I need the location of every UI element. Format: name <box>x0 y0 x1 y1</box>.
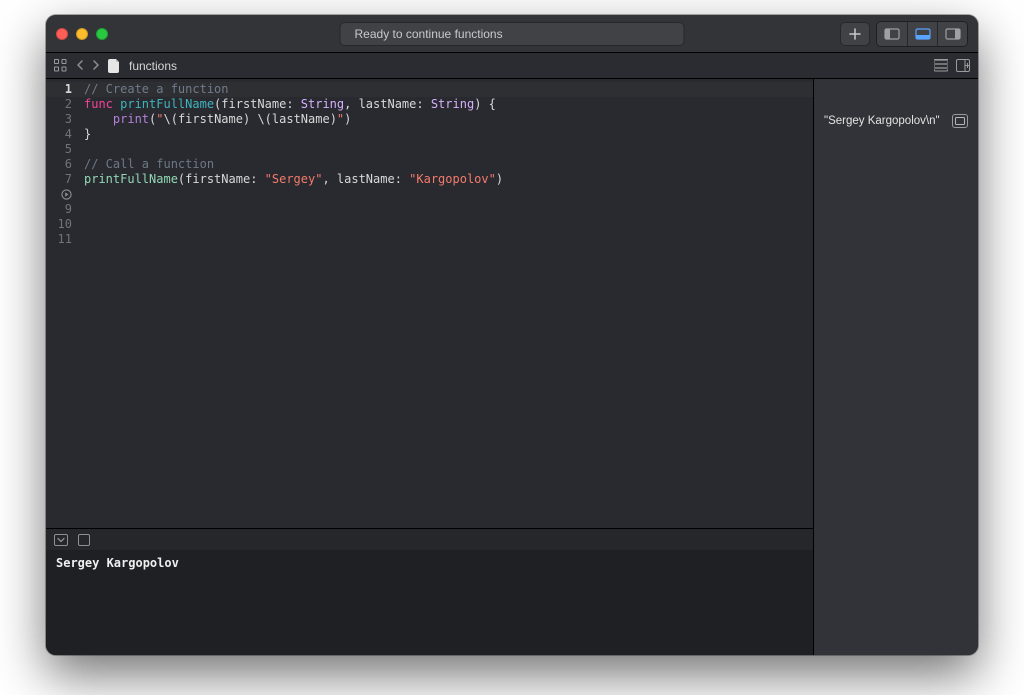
debug-bar <box>46 528 813 550</box>
play-icon <box>61 189 72 200</box>
result-box-icon <box>955 117 965 125</box>
result-value: "Sergey Kargopolov\n" <box>824 115 940 127</box>
code-line[interactable] <box>84 142 503 157</box>
result-row[interactable]: "Sergey Kargopolov\n" <box>824 114 968 128</box>
titlebar-right-controls <box>840 21 968 47</box>
minimize-window-button[interactable] <box>76 28 88 40</box>
code-line[interactable] <box>84 187 503 202</box>
related-items-button[interactable] <box>54 59 68 72</box>
code-line[interactable] <box>84 217 503 232</box>
toggle-bottom-panel-button[interactable] <box>907 22 937 46</box>
lines-icon <box>934 59 948 72</box>
chevron-right-icon <box>92 60 100 70</box>
chevron-down-box-icon <box>54 534 68 546</box>
jump-bar-filename[interactable]: functions <box>129 59 177 73</box>
plus-icon <box>849 28 861 40</box>
line-number: 9 <box>46 202 72 217</box>
library-button[interactable] <box>840 22 870 46</box>
zoom-window-button[interactable] <box>96 28 108 40</box>
close-window-button[interactable] <box>56 28 68 40</box>
line-number: 3 <box>46 112 72 127</box>
line-number: 5 <box>46 142 72 157</box>
source-code[interactable]: // Create a functionfunc printFullName(f… <box>78 79 503 528</box>
code-line[interactable] <box>84 232 503 247</box>
jump-bar: functions <box>46 53 978 79</box>
right-panel-icon <box>945 28 961 40</box>
debug-variables-button[interactable] <box>78 534 90 546</box>
line-number: 10 <box>46 217 72 232</box>
nav-back-button[interactable] <box>76 59 84 73</box>
grid-icon <box>54 59 68 72</box>
code-line[interactable]: // Call a function <box>84 157 503 172</box>
panel-toggle-group <box>876 21 968 47</box>
quicklook-button[interactable] <box>952 114 968 128</box>
code-line[interactable]: print("\(firstName) \(lastName)") <box>84 112 503 127</box>
file-type-icon <box>108 58 121 73</box>
console-output[interactable]: Sergey Kargopolov <box>46 550 813 655</box>
activity-status-bar[interactable]: Ready to continue functions <box>340 22 685 46</box>
code-line[interactable]: func printFullName(firstName: String, la… <box>84 97 503 112</box>
code-line[interactable]: // Create a function <box>84 82 503 97</box>
add-pane-icon <box>956 59 970 72</box>
console-text: Sergey Kargopolov <box>56 556 179 570</box>
line-number: 11 <box>46 232 72 247</box>
line-number: 1 <box>46 82 72 97</box>
bottom-panel-icon <box>915 28 931 40</box>
show-items-button[interactable] <box>934 59 948 72</box>
results-sidebar: "Sergey Kargopolov\n" <box>813 79 978 655</box>
toggle-right-panel-button[interactable] <box>937 22 967 46</box>
line-number: 7 <box>46 172 72 187</box>
square-icon <box>78 534 90 546</box>
debug-filter-button[interactable] <box>54 534 68 546</box>
line-gutter: 1234567 91011 <box>46 79 78 528</box>
add-editor-button[interactable] <box>956 59 970 72</box>
nav-forward-button[interactable] <box>92 59 100 73</box>
editor-pane: 1234567 91011 // Create a functionfunc pr… <box>46 79 813 655</box>
code-area[interactable]: 1234567 91011 // Create a functionfunc pr… <box>46 79 813 528</box>
editor-body: 1234567 91011 // Create a functionfunc pr… <box>46 79 978 655</box>
line-number: 4 <box>46 127 72 142</box>
code-line[interactable]: } <box>84 127 503 142</box>
xcode-window: Ready to continue functions <box>46 15 978 655</box>
activity-status-text: Ready to continue functions <box>355 27 503 41</box>
line-number: 2 <box>46 97 72 112</box>
left-panel-icon <box>884 28 900 40</box>
swift-file-icon <box>108 59 121 73</box>
chevron-left-icon <box>76 60 84 70</box>
code-line[interactable]: printFullName(firstName: "Sergey", lastN… <box>84 172 503 187</box>
toggle-left-panel-button[interactable] <box>877 22 907 46</box>
run-line-button[interactable] <box>46 187 72 202</box>
code-line[interactable] <box>84 202 503 217</box>
titlebar: Ready to continue functions <box>46 15 978 53</box>
traffic-lights <box>56 28 108 40</box>
line-number: 6 <box>46 157 72 172</box>
